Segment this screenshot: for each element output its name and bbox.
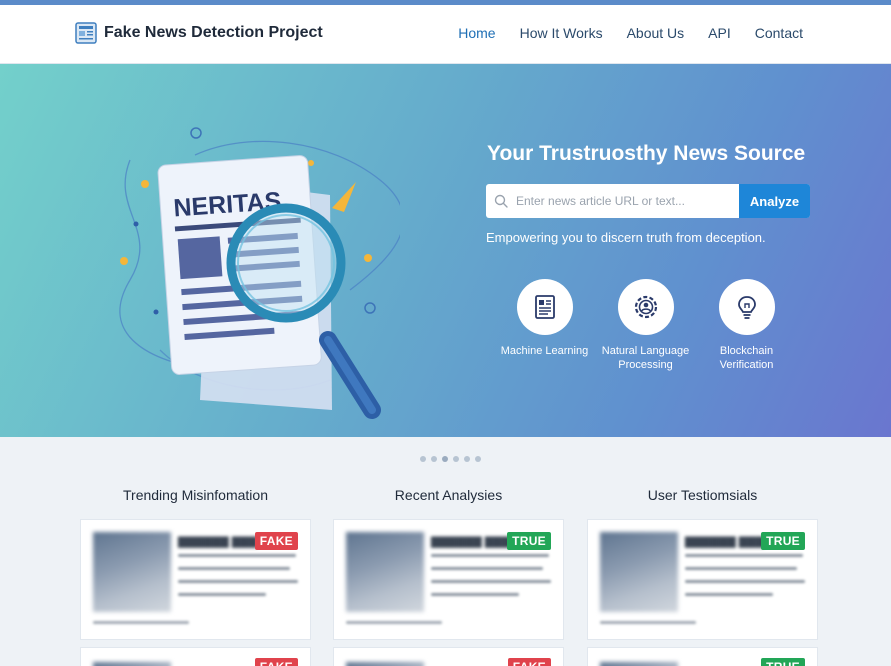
card-headline-blurred: ▇▇▇▇▇▇ ▇▇▇: [685, 536, 765, 548]
card-footer-blurred: [600, 621, 696, 624]
document-icon: [534, 295, 555, 319]
main-nav: Home How It Works About Us API Contact: [458, 25, 803, 41]
nav-how-it-works[interactable]: How It Works: [520, 25, 603, 41]
hero-tagline: Empowering you to discern truth from dec…: [486, 230, 766, 245]
feature-list: Machine Learning Natural Language Process…: [494, 279, 797, 372]
card-thumbnail: [600, 662, 678, 666]
newspaper-magnifier-illustration: NERITAS: [119, 127, 400, 419]
section-title-testimonials: User Testiomsials: [647, 487, 758, 503]
brain-gear-icon: [634, 295, 657, 319]
status-badge: TRUE: [761, 658, 805, 666]
hero-banner: NERITAS Your Trustruosthy News Source En…: [0, 64, 891, 437]
news-card[interactable]: ▇▇▇▇▇▇ ▇▇▇ FAKE: [80, 519, 311, 640]
card-headline-blurred: ▇▇▇▇▇▇ ▇▇▇: [178, 536, 258, 548]
card-footer-blurred: [93, 621, 189, 624]
nav-contact[interactable]: Contact: [755, 25, 803, 41]
carousel-dot[interactable]: [464, 456, 470, 462]
header: Fake News Detection Project Home How It …: [0, 5, 891, 64]
section-title-trending: Trending Misinfomation: [123, 487, 268, 503]
news-card[interactable]: ▇▇▇▇▇▇ ▇▇▇ TRUE: [587, 519, 818, 640]
carousel-dot[interactable]: [475, 456, 481, 462]
search-icon: [486, 184, 516, 218]
brand[interactable]: Fake News Detection Project: [74, 21, 323, 45]
status-badge: TRUE: [507, 532, 551, 550]
feature-machine-learning: Machine Learning: [494, 279, 595, 372]
hero-title: Your Trustruosthy News Source: [487, 142, 806, 165]
news-card[interactable]: FAKE: [80, 647, 311, 666]
content-section: Trending Misinfomation ▇▇▇▇▇▇ ▇▇▇ FAKE F…: [0, 437, 891, 666]
status-badge: FAKE: [254, 532, 298, 550]
feature-label: Blockchain Verification: [719, 345, 774, 371]
lightbulb-icon: [737, 296, 756, 319]
status-badge: TRUE: [761, 532, 805, 550]
news-card[interactable]: FAKE: [333, 647, 564, 666]
feature-label: Natural Language Processing: [601, 345, 690, 371]
news-card[interactable]: ▇▇▇▇▇▇ ▇▇▇ TRUE: [333, 519, 564, 640]
card-text-blurred: [178, 554, 300, 606]
status-badge: FAKE: [507, 658, 551, 666]
card-footer-blurred: [346, 621, 442, 624]
card-text-blurred: [431, 554, 553, 606]
carousel-dot-active[interactable]: [442, 456, 448, 462]
app-title: Fake News Detection Project: [104, 24, 323, 41]
card-text-blurred: [685, 554, 807, 606]
card-thumbnail: [93, 532, 171, 612]
card-thumbnail: [346, 532, 424, 612]
section-title-recent: Recent Analysies: [394, 487, 503, 503]
card-thumbnail: [600, 532, 678, 612]
search-input[interactable]: [516, 184, 739, 218]
carousel-dot[interactable]: [420, 456, 426, 462]
card-thumbnail: [346, 662, 424, 666]
nav-home[interactable]: Home: [458, 25, 495, 41]
newspaper-logo-icon: [75, 22, 97, 44]
analyze-button[interactable]: Analyze: [739, 184, 810, 218]
nav-about-us[interactable]: About Us: [627, 25, 685, 41]
carousel-dots: [420, 456, 481, 462]
feature-nlp: Natural Language Processing: [595, 279, 696, 372]
feature-blockchain: Blockchain Verification: [696, 279, 797, 372]
card-thumbnail: [93, 662, 171, 666]
card-headline-blurred: ▇▇▇▇▇▇ ▇▇▇: [431, 536, 511, 548]
status-badge: FAKE: [254, 658, 298, 666]
nav-api[interactable]: API: [708, 25, 731, 41]
carousel-dot[interactable]: [453, 456, 459, 462]
search-bar: Analyze: [486, 184, 810, 218]
feature-label: Machine Learning: [500, 345, 589, 357]
news-card[interactable]: TRUE: [587, 647, 818, 666]
carousel-dot[interactable]: [431, 456, 437, 462]
